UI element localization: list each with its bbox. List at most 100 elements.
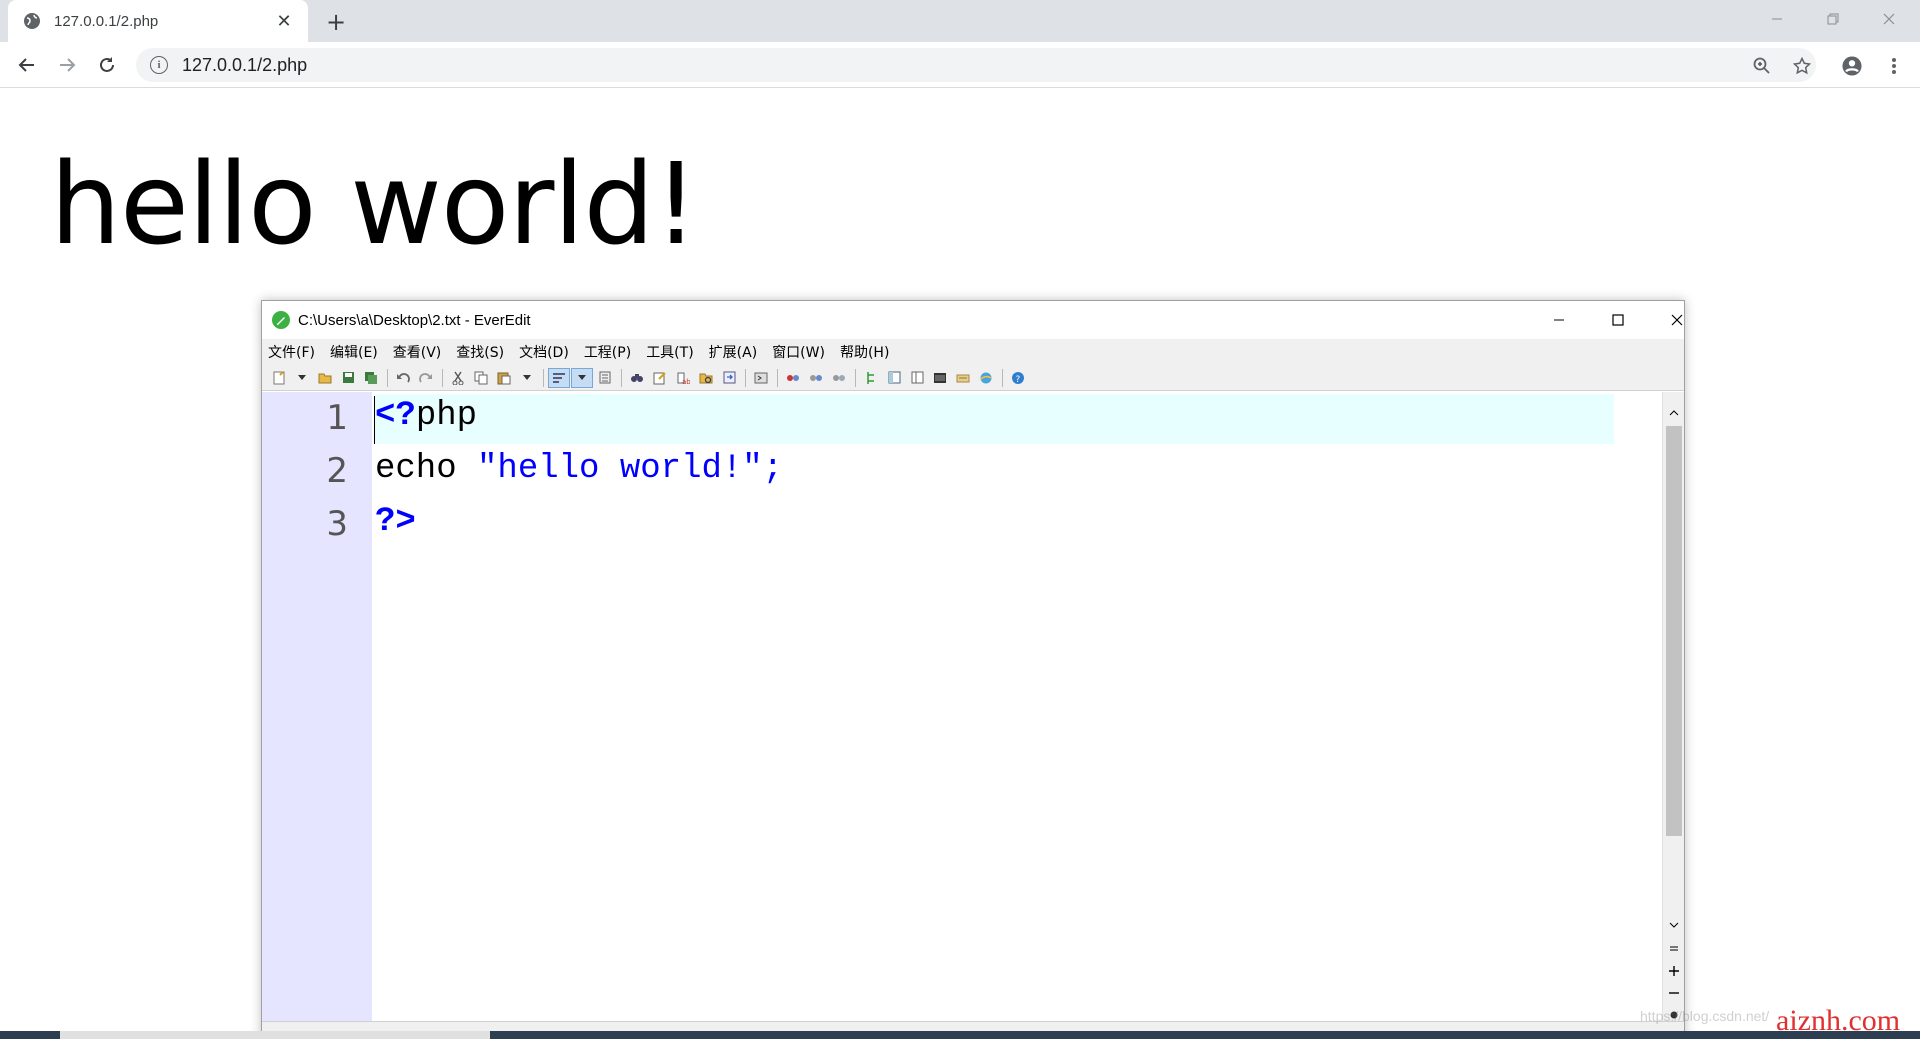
dropdown-arrow-icon[interactable]: [516, 368, 538, 388]
svg-text:?: ?: [1016, 375, 1021, 385]
undo-icon[interactable]: [392, 368, 414, 388]
new-tab-button[interactable]: +: [322, 8, 350, 36]
restore-icon: [1827, 13, 1839, 25]
dropdown-arrow-icon[interactable]: [291, 368, 313, 388]
toolbar-separator: [387, 368, 388, 387]
php-open-tag: <?: [375, 397, 416, 435]
close-tab-icon[interactable]: ✕: [274, 11, 294, 32]
star-icon[interactable]: [1792, 56, 1812, 76]
code-editor[interactable]: 1 2 3 <?php echo "hello world!"; ?>: [262, 392, 1662, 1022]
menu-window[interactable]: 窗口(W): [772, 342, 825, 362]
code-line-3[interactable]: ?>: [375, 503, 416, 541]
menu-extensions[interactable]: 扩展(A): [709, 342, 758, 362]
everedit-window: C:\Users\a\Desktop\2.txt - EverEdit 文件(F…: [261, 300, 1685, 1039]
arrow-left-icon: [18, 58, 34, 72]
browser-tab[interactable]: 127.0.0.1/2.php ✕: [8, 0, 308, 42]
save-all-icon[interactable]: [360, 368, 382, 388]
menu-project[interactable]: 工程(P): [584, 342, 631, 362]
address-bar[interactable]: i 127.0.0.1/2.php: [136, 48, 1816, 82]
find-replace-icon[interactable]: [649, 368, 671, 388]
redo-icon[interactable]: [415, 368, 437, 388]
everedit-minimize-button[interactable]: [1536, 305, 1582, 335]
code-line-2[interactable]: echo "hello world!";: [375, 450, 783, 488]
menu-edit[interactable]: 编辑(E): [330, 342, 378, 362]
scroll-up-icon[interactable]: [1663, 404, 1685, 422]
maximize-icon: [1612, 314, 1624, 326]
info-icon[interactable]: i: [150, 56, 168, 74]
toolbar-separator: [855, 368, 856, 387]
browser-tab-strip: 127.0.0.1/2.php ✕ +: [0, 0, 1920, 42]
menu-help[interactable]: 帮助(H): [840, 342, 889, 362]
line-number: 3: [326, 504, 348, 544]
minimize-icon: [1772, 18, 1782, 20]
toolbar-separator: [543, 368, 544, 387]
minimize-window-button[interactable]: [1754, 4, 1800, 34]
outline-panel-icon[interactable]: [883, 368, 905, 388]
output-panel-icon[interactable]: [929, 368, 951, 388]
scroll-down-icon[interactable]: [1663, 916, 1685, 934]
help-icon[interactable]: ?: [1007, 368, 1029, 388]
menu-document[interactable]: 文档(D): [519, 342, 569, 362]
forward-button[interactable]: [51, 49, 83, 81]
run-script-icon[interactable]: [750, 368, 772, 388]
menu-tools[interactable]: 工具(T): [646, 342, 693, 362]
line-number: 1: [326, 398, 348, 438]
zoom-in-icon[interactable]: [1663, 962, 1685, 980]
restore-window-button[interactable]: [1810, 4, 1856, 34]
svg-text:abc: abc: [682, 378, 690, 385]
taskbar-search-area[interactable]: [60, 1031, 490, 1039]
find-in-files-icon[interactable]: abc: [672, 368, 694, 388]
current-line-highlight: [374, 394, 1614, 444]
word-wrap-icon[interactable]: [548, 367, 570, 388]
reload-button[interactable]: [91, 49, 123, 81]
everedit-titlebar[interactable]: C:\Users\a\Desktop\2.txt - EverEdit: [262, 301, 1684, 339]
save-icon[interactable]: [337, 368, 359, 388]
zoom-out-icon[interactable]: [1663, 984, 1685, 1002]
goto-icon[interactable]: [718, 368, 740, 388]
paste-icon[interactable]: [493, 368, 515, 388]
php-keyword: php: [415, 397, 478, 435]
menu-search[interactable]: 查找(S): [456, 342, 504, 362]
project-tree-icon[interactable]: [860, 368, 882, 388]
cut-icon[interactable]: [447, 368, 469, 388]
split-handle-icon[interactable]: [1663, 940, 1685, 958]
ftp-icon[interactable]: [952, 368, 974, 388]
everedit-close-button[interactable]: [1654, 305, 1700, 335]
vertical-scrollbar[interactable]: [1662, 392, 1684, 1022]
zoom-icon[interactable]: [1752, 56, 1772, 76]
toolbar-separator: [621, 368, 622, 387]
php-close-tag: ?>: [375, 503, 416, 541]
everedit-toolbar: abc ?: [262, 365, 1684, 391]
copy-icon[interactable]: [470, 368, 492, 388]
reload-icon: [100, 57, 114, 72]
scrollbar-thumb[interactable]: [1666, 426, 1682, 836]
echo-keyword: echo: [375, 450, 478, 488]
find-icon[interactable]: [626, 368, 648, 388]
column-mode-icon[interactable]: [594, 368, 616, 388]
code-line-1[interactable]: <?php: [375, 397, 477, 435]
everedit-maximize-button[interactable]: [1595, 305, 1641, 335]
new-file-icon[interactable]: [268, 368, 290, 388]
sidebar-panel-icon[interactable]: [906, 368, 928, 388]
url-text[interactable]: 127.0.0.1/2.php: [182, 55, 307, 76]
watermark-brand: aiznh.com: [1776, 1004, 1901, 1037]
record-macro-icon[interactable]: [782, 368, 804, 388]
open-folder-icon[interactable]: [314, 368, 336, 388]
menu-view[interactable]: 查看(V): [393, 342, 442, 362]
kebab-menu-icon[interactable]: [1884, 56, 1904, 76]
play-macro-icon[interactable]: [828, 368, 850, 388]
stop-macro-icon[interactable]: [805, 368, 827, 388]
everedit-menubar: 文件(F) 编辑(E) 查看(V) 查找(S) 文档(D) 工程(P) 工具(T…: [262, 339, 1684, 365]
toolbar-separator: [442, 368, 443, 387]
menu-file[interactable]: 文件(F): [268, 342, 315, 362]
close-window-button[interactable]: [1866, 4, 1912, 34]
find-in-folder-icon[interactable]: [695, 368, 717, 388]
back-button[interactable]: [11, 49, 43, 81]
dropdown-arrow-icon[interactable]: [571, 367, 593, 388]
arrow-right-icon: [60, 58, 76, 72]
toolbar-separator: [745, 368, 746, 387]
browser-preview-icon[interactable]: [975, 368, 997, 388]
everedit-window-title: C:\Users\a\Desktop\2.txt - EverEdit: [298, 311, 531, 329]
close-icon: [1883, 13, 1895, 25]
account-icon[interactable]: [1842, 56, 1862, 76]
